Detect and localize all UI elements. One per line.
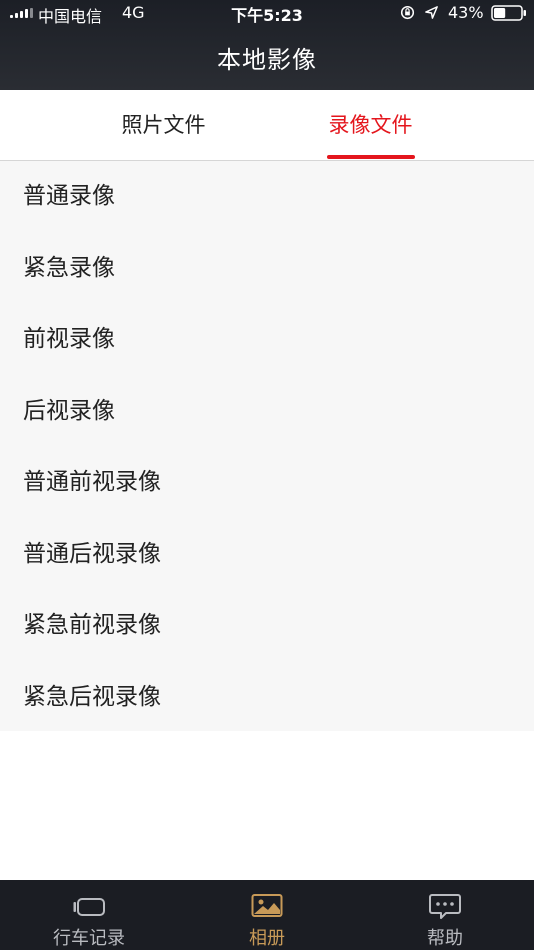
media-type-tabs: 照片文件 录像文件 [0,90,534,161]
list-item-normal-video[interactable]: 普通录像 [0,161,534,233]
list-item-emergency-rear-video[interactable]: 紧急后视录像 [0,662,534,734]
location-arrow-icon [425,6,438,19]
list-item-front-video[interactable]: 前视录像 [0,304,534,376]
help-chat-icon [429,894,461,919]
nav-item-drive-record[interactable]: 行车记录 [0,880,178,950]
nav-item-album[interactable]: 相册 [178,880,356,950]
list-item-emergency-video[interactable]: 紧急录像 [0,233,534,305]
dashcam-icon [73,898,105,916]
bottom-tab-bar: 行车记录 相册 帮助 [0,880,534,950]
tab-photo-files[interactable]: 照片文件 [60,90,267,160]
active-tab-indicator [327,155,415,159]
nav-label-help: 帮助 [427,928,463,949]
tab-video-files[interactable]: 录像文件 [267,90,474,160]
page-title: 本地影像 [217,46,317,74]
list-item-normal-rear-video[interactable]: 普通后视录像 [0,519,534,591]
app-header: 中国电信 4G 下午5:23 43% 本地影像 [0,0,534,90]
video-category-list: 普通录像 紧急录像 前视录像 后视录像 普通前视录像 普通后视录像 紧急前视录像… [0,161,534,731]
list-item-normal-front-video[interactable]: 普通前视录像 [0,447,534,519]
battery-icon [491,5,526,21]
nav-item-help[interactable]: 帮助 [356,880,534,950]
status-bar: 中国电信 4G 下午5:23 43% [0,0,534,26]
list-item-emergency-front-video[interactable]: 紧急前视录像 [0,590,534,662]
rotation-lock-icon [400,5,415,20]
list-item-rear-video[interactable]: 后视录像 [0,376,534,448]
nav-label-drive-record: 行车记录 [53,928,125,949]
nav-label-album: 相册 [249,928,285,949]
album-icon [251,894,283,917]
battery-percent: 43% [448,3,484,22]
